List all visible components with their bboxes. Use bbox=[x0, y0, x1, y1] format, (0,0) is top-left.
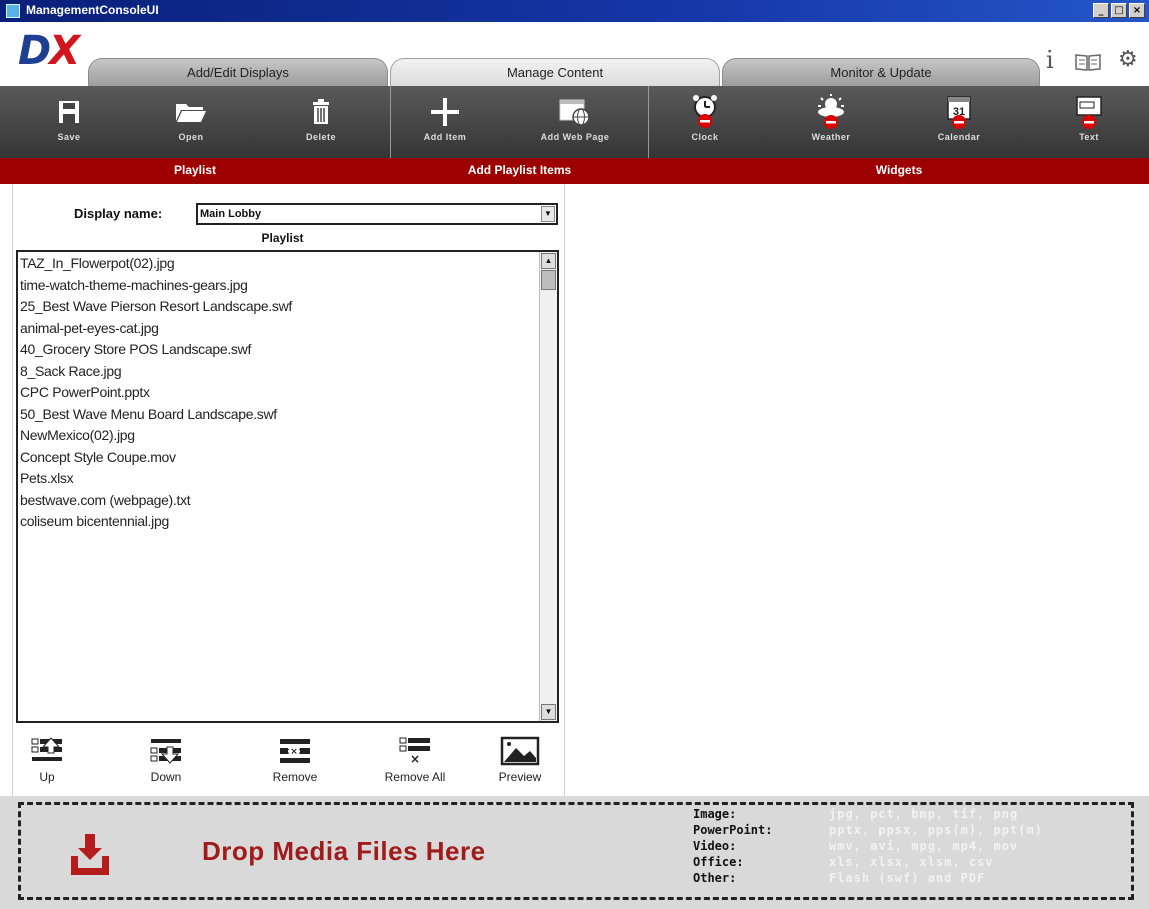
group-label-widgets: Widgets bbox=[875, 163, 923, 177]
plus-icon bbox=[400, 92, 490, 132]
book-icon[interactable] bbox=[1075, 52, 1101, 77]
toolbar-group-bar: Playlist Add Playlist Items Widgets bbox=[0, 158, 1149, 184]
main-toolbar: Save Open Delete Add Item Add Web Page C… bbox=[0, 86, 1149, 158]
globe-page-icon bbox=[530, 92, 620, 132]
maximize-button[interactable]: □ bbox=[1111, 3, 1127, 18]
playlist-items: TAZ_In_Flowerpot(02).jpg time-watch-theme… bbox=[20, 253, 538, 533]
window-titlebar[interactable]: ManagementConsoleUI _ □ × bbox=[0, 0, 1149, 22]
playlist-item[interactable]: coliseum bicentennial.jpg bbox=[20, 511, 538, 533]
weather-sun-cloud-icon bbox=[786, 92, 876, 132]
format-row: PowerPoint: pptx, ppsx, pps(m), ppt(m) bbox=[693, 823, 1043, 837]
move-down-button[interactable]: Down bbox=[126, 732, 206, 784]
app-icon bbox=[6, 4, 20, 18]
scroll-down-icon[interactable]: ▼ bbox=[541, 704, 556, 720]
group-label-add-playlist-items: Add Playlist Items bbox=[467, 163, 572, 177]
tab-manage-content[interactable]: Manage Content bbox=[390, 58, 720, 86]
playlist-item[interactable]: 25_Best Wave Pierson Resort Landscape.sw… bbox=[20, 296, 538, 318]
add-item-button[interactable]: Add Item bbox=[400, 92, 490, 142]
svg-text:×: × bbox=[410, 752, 420, 766]
display-name-label: Display name: bbox=[74, 206, 163, 221]
download-tray-icon bbox=[68, 832, 112, 879]
chevron-down-icon[interactable]: ▼ bbox=[541, 206, 555, 222]
remove-item-icon: ××× bbox=[255, 732, 335, 770]
playlist-item[interactable]: CPC PowerPoint.pptx bbox=[20, 382, 538, 404]
playlist-listbox[interactable]: TAZ_In_Flowerpot(02).jpg time-watch-theme… bbox=[16, 250, 559, 723]
remove-all-button[interactable]: × Remove All bbox=[370, 732, 460, 784]
calendar-icon: 31 bbox=[914, 92, 1004, 132]
drop-media-text: Drop Media Files Here bbox=[202, 836, 486, 866]
playlist-scrollbar[interactable]: ▲ ▼ bbox=[539, 252, 557, 721]
playlist-item[interactable]: bestwave.com (webpage).txt bbox=[20, 490, 538, 512]
playlist-item[interactable]: 8_Sack Race.jpg bbox=[20, 361, 538, 383]
display-name-value: Main Lobby bbox=[200, 208, 262, 220]
tab-add-edit-displays[interactable]: Add/Edit Displays bbox=[88, 58, 388, 86]
format-row: Other: Flash (swf) and PDF bbox=[693, 871, 986, 885]
dx-logo: DX bbox=[18, 28, 80, 74]
svg-text:×××: ××× bbox=[283, 747, 306, 757]
trash-icon bbox=[276, 92, 366, 132]
scroll-thumb[interactable] bbox=[541, 270, 556, 290]
preview-button[interactable]: Preview bbox=[480, 732, 560, 784]
playlist-title: Playlist bbox=[261, 231, 304, 245]
move-up-button[interactable]: Up bbox=[7, 732, 87, 784]
playlist-item[interactable]: 40_Grocery Store POS Landscape.swf bbox=[20, 339, 538, 361]
playlist-item[interactable]: Concept Style Coupe.mov bbox=[20, 447, 538, 469]
window-controls: _ □ × bbox=[1093, 3, 1145, 18]
move-up-icon bbox=[7, 732, 87, 770]
display-name-select[interactable]: Main Lobby ▼ bbox=[196, 203, 558, 225]
remove-button[interactable]: ××× Remove bbox=[255, 732, 335, 784]
weather-widget-button[interactable]: Weather bbox=[786, 92, 876, 142]
text-box-icon bbox=[1044, 92, 1134, 132]
media-dropzone[interactable]: Drop Media Files Here Image: jpg, pct, bm… bbox=[0, 796, 1149, 909]
playlist-item[interactable]: NewMexico(02).jpg bbox=[20, 425, 538, 447]
image-preview-icon bbox=[480, 732, 560, 770]
window-title: ManagementConsoleUI bbox=[26, 3, 159, 17]
add-web-page-button[interactable]: Add Web Page bbox=[530, 92, 620, 142]
text-widget-button[interactable]: Text bbox=[1044, 92, 1134, 142]
alarm-clock-icon bbox=[660, 92, 750, 132]
close-button[interactable]: × bbox=[1129, 3, 1145, 18]
delete-button[interactable]: Delete bbox=[276, 92, 366, 142]
save-icon bbox=[24, 92, 114, 132]
tab-monitor-update[interactable]: Monitor & Update bbox=[722, 58, 1040, 86]
scroll-up-icon[interactable]: ▲ bbox=[541, 253, 556, 269]
save-button[interactable]: Save bbox=[24, 92, 114, 142]
settings-gear-icon[interactable]: ⚙ bbox=[1118, 47, 1138, 72]
format-row: Image: jpg, pct, bmp, tif, png bbox=[693, 807, 1019, 821]
playlist-item[interactable]: Pets.xlsx bbox=[20, 468, 538, 490]
playlist-item[interactable]: time-watch-theme-machines-gears.jpg bbox=[20, 275, 538, 297]
supported-formats: Image: jpg, pct, bmp, tif, png PowerPoint… bbox=[693, 806, 1043, 886]
remove-all-icon: × bbox=[370, 732, 460, 770]
playlist-item[interactable]: 50_Best Wave Menu Board Landscape.swf bbox=[20, 404, 538, 426]
format-row: Office: xls, xlsx, xlsm, csv bbox=[693, 855, 994, 869]
app-header: DX Add/Edit Displays Manage Content Moni… bbox=[0, 22, 1149, 86]
clock-widget-button[interactable]: Clock bbox=[660, 92, 750, 142]
minimize-button[interactable]: _ bbox=[1093, 3, 1109, 18]
info-icon[interactable]: i bbox=[1046, 46, 1054, 74]
move-down-icon bbox=[126, 732, 206, 770]
format-row: Video: wmv, avi, mpg, mp4, mov bbox=[693, 839, 1019, 853]
group-label-playlist: Playlist bbox=[173, 163, 217, 177]
open-button[interactable]: Open bbox=[146, 92, 236, 142]
playlist-item[interactable]: animal-pet-eyes-cat.jpg bbox=[20, 318, 538, 340]
playlist-item[interactable]: TAZ_In_Flowerpot(02).jpg bbox=[20, 253, 538, 275]
folder-open-icon bbox=[146, 92, 236, 132]
calendar-widget-button[interactable]: 31 Calendar bbox=[914, 92, 1004, 142]
